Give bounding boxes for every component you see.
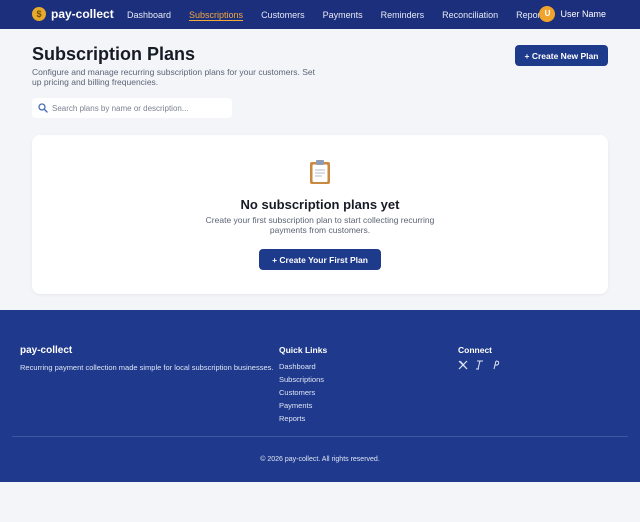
footer: pay-collect Recurring payment collection… [0,310,640,482]
nav-payments[interactable]: Payments [323,10,363,20]
footer-link-customers[interactable]: Customers [279,386,324,399]
create-new-plan-button[interactable]: + Create New Plan [515,45,608,66]
search-input[interactable] [52,103,222,113]
create-first-plan-button[interactable]: + Create Your First Plan [259,249,381,270]
brand-name: pay-collect [51,7,114,21]
footer-link-reports[interactable]: Reports [279,412,324,425]
user-name: User Name [560,9,606,19]
clipboard-icon [310,160,330,184]
nav-subscriptions[interactable]: Subscriptions [189,10,243,20]
avatar: U [539,6,556,22]
footer-brand: pay-collect [20,345,73,356]
x-icon[interactable] [458,360,468,370]
pinterest-icon[interactable] [490,360,500,370]
footer-tagline: Recurring payment collection made simple… [20,363,274,372]
empty-state-description: Create your first subscription plan to s… [205,215,435,235]
nav-dashboard[interactable]: Dashboard [127,10,171,20]
quick-links-title: Quick Links [279,345,328,355]
quick-links: Dashboard Subscriptions Customers Paymen… [279,360,324,425]
brand[interactable]: $ pay-collect [32,7,114,21]
empty-state-card: No subscription plans yet Create your fi… [32,135,608,294]
connect-title: Connect [458,345,492,355]
footer-link-payments[interactable]: Payments [279,399,324,412]
copyright: © 2026 pay-collect. All rights reserved. [260,456,380,463]
nav-reminders[interactable]: Reminders [381,10,425,20]
footer-divider [12,436,628,437]
footer-link-subscriptions[interactable]: Subscriptions [279,373,324,386]
main-nav: Dashboard Subscriptions Customers Paymen… [127,0,566,29]
top-navbar: $ pay-collect Dashboard Subscriptions Cu… [0,0,640,29]
footer-link-dashboard[interactable]: Dashboard [279,360,324,373]
threads-icon[interactable] [474,360,484,370]
user-menu[interactable]: U User Name [539,6,606,22]
money-bag-icon: $ [32,7,46,21]
social-links [458,360,506,370]
empty-state-title: No subscription plans yet [240,197,400,212]
nav-reconciliation[interactable]: Reconciliation [442,10,498,20]
nav-customers[interactable]: Customers [261,10,305,20]
page-subtitle: Configure and manage recurring subscript… [32,67,316,87]
search-icon [38,103,48,113]
search-box [32,98,232,118]
page-title: Subscription Plans [32,44,196,64]
